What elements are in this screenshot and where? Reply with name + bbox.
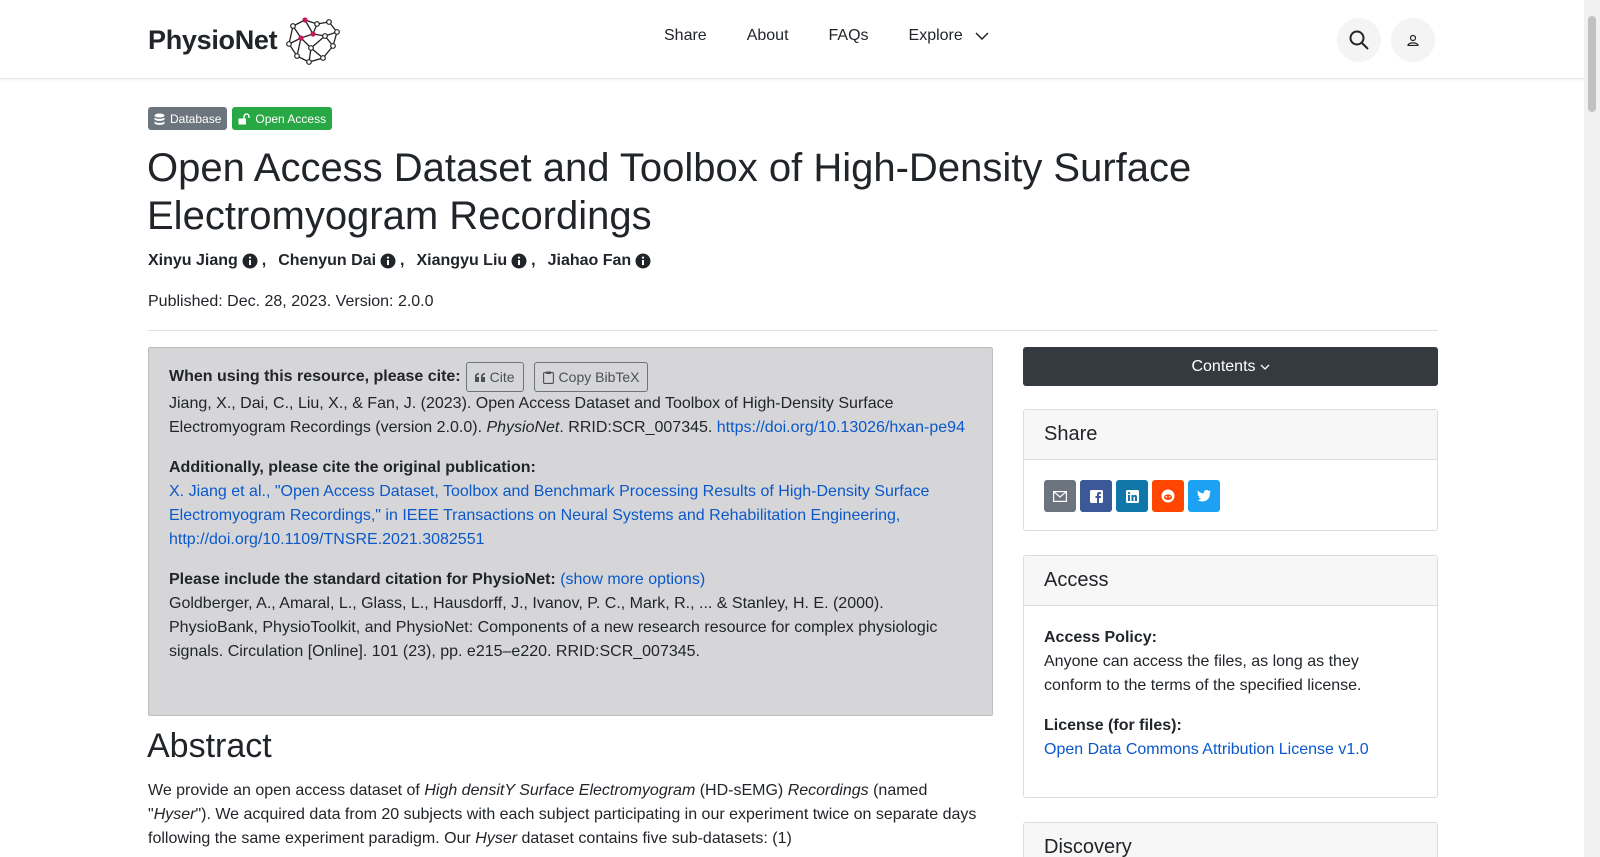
reddit-share-button[interactable]	[1152, 480, 1184, 512]
twitter-share-button[interactable]	[1188, 480, 1220, 512]
search-button[interactable]	[1337, 18, 1381, 62]
email-icon	[1053, 490, 1067, 502]
license-link[interactable]: Open Data Commons Attribution License v1…	[1044, 741, 1369, 758]
database-badge-label: Database	[170, 111, 222, 126]
original-publication-heading: Additionally, please cite the original p…	[169, 459, 536, 476]
account-button[interactable]	[1391, 18, 1435, 62]
copy-bibtex-label: Copy BibTeX	[558, 369, 640, 385]
access-card: Access Access Policy: Anyone can access …	[1023, 555, 1438, 798]
info-icon[interactable]	[635, 253, 651, 269]
discovery-card-title: Discovery	[1024, 823, 1437, 857]
badges: Database Open Access	[148, 107, 337, 130]
clipboard-icon	[542, 371, 554, 384]
author: Jiahao Fan	[548, 252, 652, 270]
physionet-logo-icon	[286, 17, 341, 65]
author-separator: ,	[531, 252, 536, 269]
abstract-text-part: dataset contains five sub-datasets: (1)	[517, 830, 792, 847]
linkedin-icon	[1125, 489, 1139, 503]
abstract-text: We provide an open access dataset of Hig…	[148, 779, 988, 851]
brand-name: PhysioNet	[148, 24, 278, 55]
author-list: Xinyu Jiang , Chenyun Dai , Xiangyu Liu …	[148, 252, 651, 270]
navbar: PhysioNet Share About FAQs Explore	[0, 0, 1584, 79]
citation-heading: When using this resource, please cite:	[169, 368, 461, 385]
scrollbar-thumb[interactable]	[1588, 16, 1596, 112]
abstract-heading: Abstract	[147, 727, 272, 765]
linkedin-share-button[interactable]	[1116, 480, 1148, 512]
author: Xiangyu Liu	[417, 252, 528, 270]
author-name[interactable]: Chenyun Dai	[278, 252, 376, 270]
author-separator: ,	[400, 252, 405, 269]
brand-link[interactable]: PhysioNet	[148, 14, 341, 66]
show-more-options-link[interactable]: (show more options)	[560, 571, 705, 588]
abstract-text-part: We provide an open access dataset of	[148, 782, 425, 799]
citation-journal: PhysioNet	[486, 419, 560, 436]
copy-bibtex-button[interactable]: Copy BibTeX	[533, 362, 649, 392]
citation-rrid: . RRID:SCR_007345.	[559, 419, 717, 436]
divider	[148, 330, 1438, 331]
author: Chenyun Dai	[278, 252, 396, 270]
info-icon[interactable]	[511, 253, 527, 269]
citation-doi-link[interactable]: https://doi.org/10.13026/hxan-pe94	[717, 419, 965, 436]
info-icon[interactable]	[242, 253, 258, 269]
quote-icon	[474, 372, 485, 382]
chevron-down-icon	[1260, 364, 1269, 370]
cite-button-label: Cite	[489, 369, 515, 385]
contents-label: Contents	[1191, 357, 1256, 375]
author-name[interactable]: Jiahao Fan	[548, 252, 632, 270]
cite-button[interactable]: Cite	[465, 362, 524, 392]
standard-citation: Please include the standard citation for…	[169, 568, 972, 664]
standard-citation-heading: Please include the standard citation for…	[169, 571, 556, 588]
share-icons	[1044, 480, 1417, 512]
email-share-button[interactable]	[1044, 480, 1076, 512]
reddit-icon	[1161, 489, 1175, 503]
license-label: License (for files):	[1044, 717, 1182, 734]
nav-explore-label: Explore	[908, 27, 963, 44]
standard-citation-text: Goldberger, A., Amaral, L., Glass, L., H…	[169, 595, 938, 660]
nav-share[interactable]: Share	[664, 27, 707, 45]
open-access-badge-label: Open Access	[255, 111, 327, 126]
original-publication: Additionally, please cite the original p…	[169, 456, 972, 552]
author: Xinyu Jiang	[148, 252, 258, 270]
original-publication-link[interactable]: X. Jiang et al., "Open Access Dataset, T…	[169, 483, 929, 548]
discovery-card: Discovery	[1023, 822, 1438, 857]
database-icon	[154, 113, 165, 125]
search-icon	[1349, 30, 1369, 50]
access-policy-text: Anyone can access the files, as long as …	[1044, 653, 1362, 694]
nav-links: Share About FAQs Explore	[664, 27, 1029, 45]
share-card-title: Share	[1024, 410, 1437, 460]
access-card-title: Access	[1024, 556, 1437, 606]
nav-explore[interactable]: Explore	[909, 27, 989, 45]
abstract-emphasis: Hyser	[153, 806, 196, 823]
abstract-emphasis: High densitY Surface Electromyogram	[424, 782, 696, 799]
abstract-emphasis: Hyser	[475, 830, 518, 847]
published-info: Published: Dec. 28, 2023. Version: 2.0.0	[148, 293, 434, 310]
nav-faqs[interactable]: FAQs	[829, 27, 869, 45]
scrollbar[interactable]	[1584, 0, 1600, 857]
user-icon	[1407, 34, 1419, 46]
open-access-badge: Open Access	[232, 107, 333, 130]
info-icon[interactable]	[380, 253, 396, 269]
database-badge: Database	[148, 107, 228, 130]
nav-about[interactable]: About	[747, 27, 789, 45]
author-name[interactable]: Xinyu Jiang	[148, 252, 238, 270]
citation-header: When using this resource, please cite: C…	[169, 362, 972, 392]
contents-button[interactable]: Contents	[1023, 347, 1438, 386]
author-separator: ,	[261, 252, 267, 269]
citation-box: When using this resource, please cite: C…	[148, 347, 993, 716]
access-policy-label: Access Policy:	[1044, 629, 1157, 646]
facebook-share-button[interactable]	[1080, 480, 1112, 512]
abstract-text-part: (HD-sEMG)	[695, 782, 788, 799]
author-name[interactable]: Xiangyu Liu	[417, 252, 508, 270]
twitter-icon	[1197, 490, 1211, 502]
page-title: Open Access Dataset and Toolbox of High-…	[147, 146, 1192, 238]
abstract-emphasis: Recordings	[787, 782, 869, 799]
chevron-down-icon	[975, 32, 989, 40]
unlock-icon	[238, 112, 251, 124]
share-card: Share	[1023, 409, 1438, 531]
citation-text: Jiang, X., Dai, C., Liu, X., & Fan, J. (…	[169, 392, 972, 440]
facebook-icon	[1089, 489, 1103, 503]
